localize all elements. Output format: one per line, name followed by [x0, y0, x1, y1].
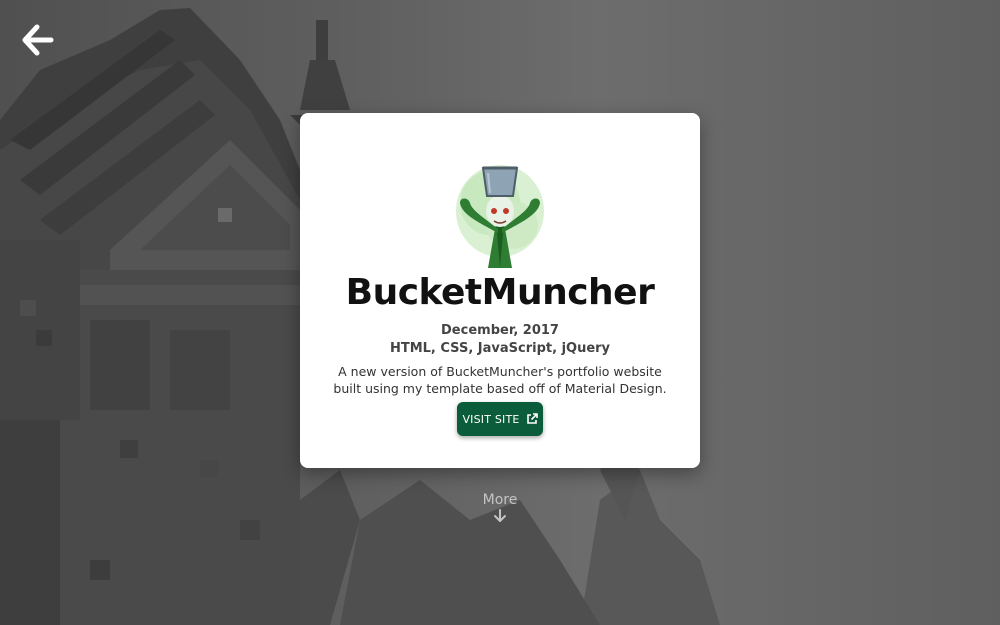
more-label: More [482, 492, 518, 508]
project-technologies: HTML, CSS, JavaScript, jQuery [389, 341, 611, 356]
external-link-icon [526, 413, 538, 424]
arrow-down-icon [494, 509, 506, 522]
project-title: BucketMuncher [345, 272, 655, 313]
project-date: December, 2017 [441, 323, 559, 338]
project-description: A new version of BucketMuncher's portfol… [333, 364, 667, 396]
back-button[interactable] [14, 18, 58, 62]
project-card: BucketMuncher December, 2017 HTML, CSS, … [300, 113, 700, 468]
visit-site-button[interactable]: VISIT SITE [457, 402, 543, 436]
page-background: BucketMuncher December, 2017 HTML, CSS, … [0, 0, 1000, 625]
more-link[interactable]: More [450, 491, 550, 523]
bucketmuncher-logo [450, 153, 550, 278]
visit-site-label: VISIT SITE [462, 412, 520, 426]
arrow-left-icon [22, 24, 54, 56]
